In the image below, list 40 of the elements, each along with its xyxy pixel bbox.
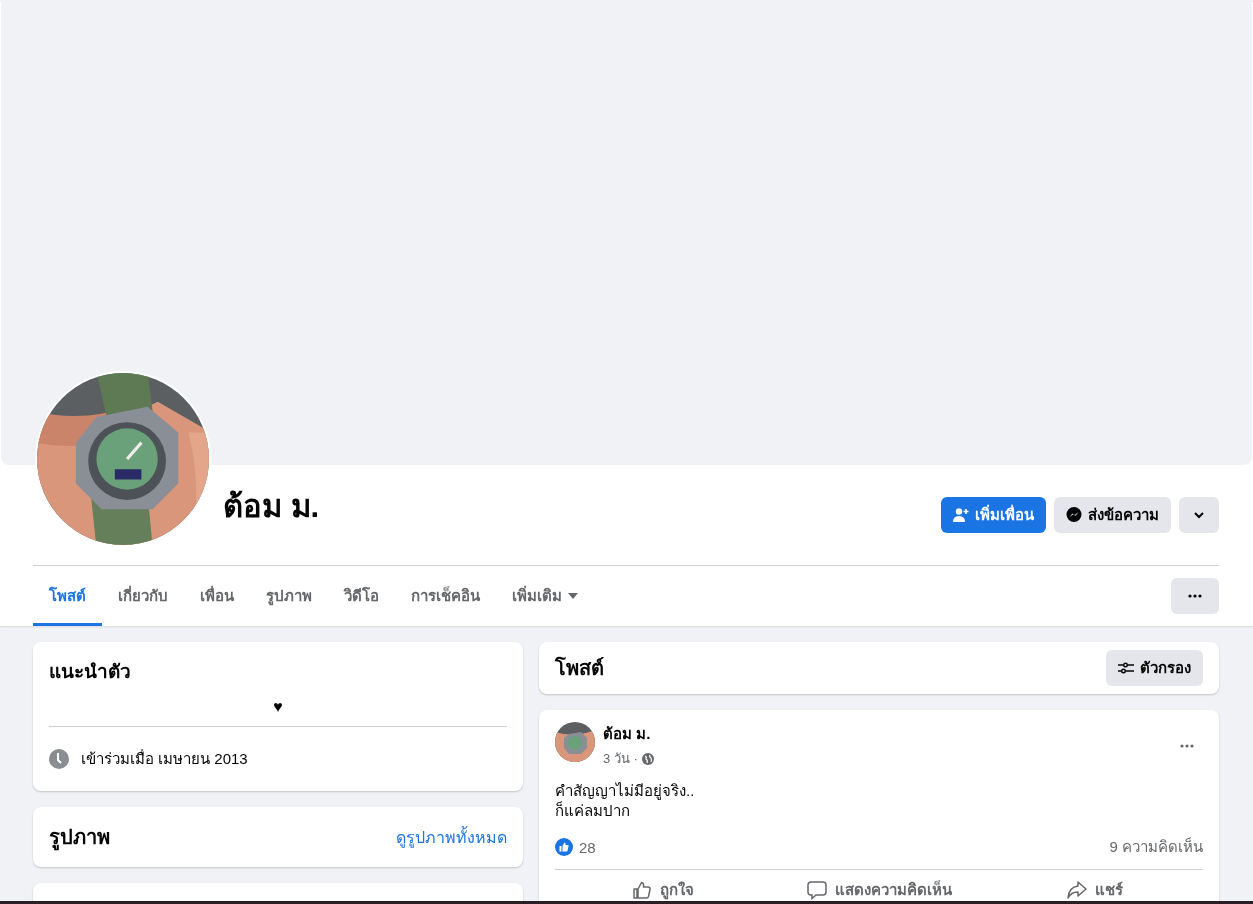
like-count: 28 (579, 838, 596, 856)
thumbs-up-icon (632, 880, 652, 900)
profile-tab[interactable]: เกี่ยวกับ (102, 566, 184, 626)
comment-button[interactable]: แสดงความคิดเห็น (771, 870, 987, 904)
caret-icon (568, 593, 578, 599)
more-icon (1187, 594, 1203, 598)
speech-bubble-icon (806, 880, 827, 900)
like-icon (555, 838, 573, 856)
filter-button[interactable]: ตัวกรอง (1106, 650, 1203, 686)
share-arrow-icon (1067, 880, 1087, 900)
sliders-icon (1118, 660, 1134, 676)
message-button[interactable]: ส่งข้อความ (1054, 497, 1171, 533)
share-button[interactable]: แชร์ (987, 870, 1203, 904)
profile-tab[interactable]: เพิ่มเติม (496, 566, 594, 626)
card-title: แนะนำตัว (49, 660, 132, 684)
comment-count[interactable]: 9 ความคิดเห็น (1109, 835, 1203, 859)
like-button[interactable]: ถูกใจ (555, 870, 771, 904)
post-text: ก็แค่ลมปาก (555, 801, 631, 821)
profile-name: ต้อม ม. (223, 488, 320, 526)
see-all-photos-link[interactable]: ดูรูปภาพทั้งหมด (396, 824, 507, 850)
post-text: คำสัญญาไม่มีอยู่จริง.. (555, 781, 696, 801)
more-icon (1179, 744, 1195, 748)
add-friend-button[interactable]: เพิ่มเพื่อน (941, 497, 1046, 533)
clock-icon (49, 749, 69, 769)
joined-text: เข้าร่วมเมื่อ เมษายน 2013 (81, 748, 248, 769)
post-time: 3 วัน · (603, 750, 638, 768)
globe-icon (641, 752, 654, 765)
messenger-icon (1066, 507, 1082, 523)
profile-tab[interactable]: รูปภาพ (250, 566, 328, 626)
card-title: โพสต์ (555, 655, 604, 681)
card-title: รูปภาพ (49, 821, 110, 853)
profile-tab[interactable]: วิดีโอ (328, 566, 395, 626)
author-link[interactable]: ต้อม ม. (603, 725, 651, 742)
add-person-icon (953, 507, 969, 523)
profile-tab[interactable]: การเช็คอิน (395, 566, 496, 626)
more-button[interactable] (1171, 578, 1219, 614)
dropdown-button[interactable] (1179, 497, 1219, 533)
profile-tab[interactable]: เพื่อน (184, 566, 250, 626)
bio-text: ♥ (272, 698, 284, 716)
profile-tab[interactable]: โพสต์ (33, 566, 102, 626)
